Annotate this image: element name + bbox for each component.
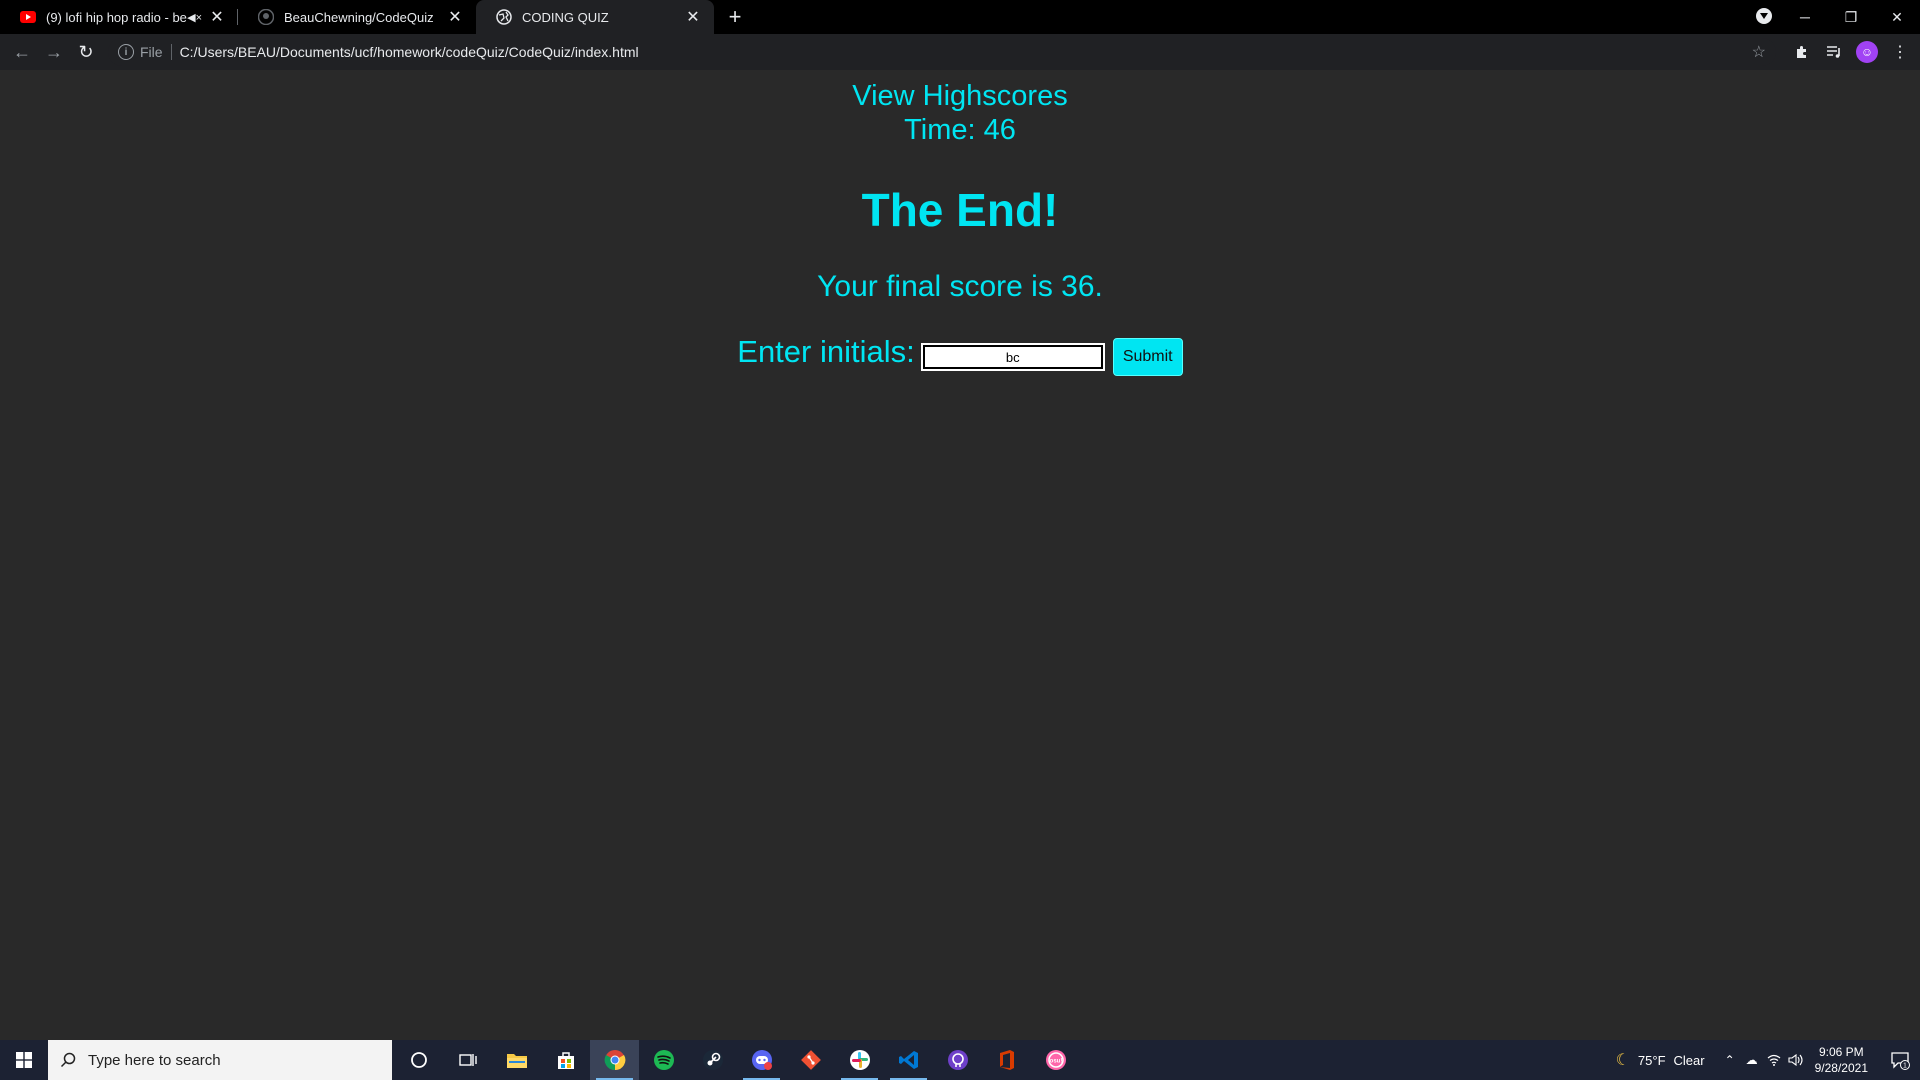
tab-search-icon[interactable]: [1756, 8, 1772, 24]
steam-icon[interactable]: [688, 1040, 737, 1080]
osu-icon[interactable]: osu!: [1031, 1040, 1080, 1080]
spotify-icon[interactable]: [639, 1040, 688, 1080]
initials-form: Enter initials: Submit: [0, 334, 1920, 376]
close-tab-icon[interactable]: ✕: [446, 8, 464, 26]
new-tab-button[interactable]: +: [718, 0, 752, 34]
clock-time: 9:06 PM: [1818, 1045, 1864, 1059]
browser-toolbar: ← → ↻ i File C:/Users/BEAU/Documents/ucf…: [0, 34, 1920, 70]
initials-label: Enter initials:: [737, 334, 915, 369]
view-highscores-link[interactable]: View Highscores: [852, 79, 1067, 113]
scheme-label: File: [140, 44, 172, 60]
tab-youtube[interactable]: (9) lofi hip hop radio - beats ◀× ✕: [0, 0, 238, 34]
windows-taskbar: Type here to search osu! ☾ 75°F Clear ⌃ …: [0, 1040, 1920, 1080]
git-icon[interactable]: [786, 1040, 835, 1080]
media-queue-icon[interactable]: [1824, 42, 1844, 62]
clock-date: 9/28/2021: [1814, 1061, 1868, 1075]
volume-icon[interactable]: [1785, 1054, 1807, 1066]
close-window-icon[interactable]: ✕: [1874, 2, 1920, 32]
task-view-icon[interactable]: [443, 1040, 492, 1080]
office-icon[interactable]: [982, 1040, 1031, 1080]
wifi-icon[interactable]: [1763, 1054, 1785, 1066]
cortana-icon[interactable]: [394, 1040, 443, 1080]
taskbar-apps: osu!: [394, 1040, 1080, 1080]
back-arrow-icon[interactable]: ←: [6, 36, 38, 68]
browser-tab-strip: (9) lofi hip hop radio - beats ◀× ✕ Beau…: [0, 0, 1920, 34]
search-placeholder: Type here to search: [88, 1051, 221, 1069]
kebab-menu-icon[interactable]: ⋮: [1890, 42, 1910, 62]
end-title: The End!: [861, 184, 1059, 236]
reload-icon[interactable]: ↻: [70, 36, 102, 68]
submit-button[interactable]: Submit: [1112, 338, 1183, 376]
tab-github[interactable]: BeauChewning/CodeQuiz ✕: [238, 0, 476, 34]
extensions-puzzle-icon[interactable]: [1792, 42, 1812, 62]
tab-title: CODING QUIZ: [522, 9, 609, 25]
tab-coding-quiz[interactable]: CODING QUIZ ✕: [476, 0, 714, 34]
profile-avatar[interactable]: ☺: [1856, 41, 1878, 63]
search-icon: [60, 1052, 76, 1068]
discord-icon[interactable]: [737, 1040, 786, 1080]
info-icon[interactable]: i: [118, 44, 134, 60]
notification-center-icon[interactable]: 1: [1880, 1050, 1920, 1070]
slack-icon[interactable]: [835, 1040, 884, 1080]
forward-arrow-icon[interactable]: →: [38, 36, 70, 68]
window-controls: ─ ❐ ✕: [1782, 0, 1920, 34]
speaker-muted-icon[interactable]: ◀×: [187, 11, 202, 24]
tab-title: (9) lofi hip hop radio - beats: [46, 9, 187, 25]
initials-input[interactable]: [920, 343, 1105, 371]
restore-icon[interactable]: ❐: [1828, 2, 1874, 32]
vscode-icon[interactable]: [884, 1040, 933, 1080]
toolbar-actions: ☺ ⋮: [1792, 38, 1910, 66]
url-text[interactable]: C:/Users/BEAU/Documents/ucf/homework/cod…: [180, 44, 639, 60]
final-score-text: Your final score is 36.: [817, 270, 1103, 303]
github-desktop-icon[interactable]: [933, 1040, 982, 1080]
minimize-icon[interactable]: ─: [1782, 2, 1828, 32]
close-tab-icon[interactable]: ✕: [208, 8, 226, 26]
youtube-icon: [20, 9, 36, 25]
quiz-header: View Highscores Time: 46: [0, 79, 1920, 147]
address-bar[interactable]: i File C:/Users/BEAU/Documents/ucf/homew…: [108, 38, 1776, 66]
github-icon: [258, 9, 274, 25]
windows-start-icon[interactable]: [0, 1040, 48, 1080]
moon-icon: ☾: [1615, 1052, 1630, 1069]
taskbar-search-box[interactable]: Type here to search: [48, 1040, 392, 1080]
store-icon[interactable]: [541, 1040, 590, 1080]
bookmark-star-icon[interactable]: ☆: [1752, 42, 1766, 62]
svg-text:osu!: osu!: [1049, 1059, 1062, 1065]
weather-widget[interactable]: ☾ 75°F Clear: [1616, 1050, 1705, 1070]
timer-text: Time: 46: [904, 114, 1016, 146]
weather-desc: Clear: [1673, 1052, 1705, 1068]
quiz-page: View Highscores Time: 46 The End! Your f…: [0, 70, 1920, 1040]
chevron-up-icon[interactable]: ⌃: [1719, 1053, 1741, 1067]
taskbar-clock[interactable]: 9:06 PM 9/28/2021: [1815, 1044, 1868, 1076]
globe-icon: [496, 9, 512, 25]
notification-count: 1: [1903, 1063, 1907, 1070]
file-explorer-icon[interactable]: [492, 1040, 541, 1080]
tab-title: BeauChewning/CodeQuiz: [284, 9, 434, 25]
system-tray: ☾ 75°F Clear ⌃ ☁ 9:06 PM 9/28/2021 1: [1616, 1040, 1920, 1080]
chrome-icon[interactable]: [590, 1040, 639, 1080]
close-tab-icon[interactable]: ✕: [684, 8, 702, 26]
onedrive-cloud-icon[interactable]: ☁: [1741, 1053, 1763, 1067]
weather-temp: 75°F: [1637, 1052, 1666, 1068]
